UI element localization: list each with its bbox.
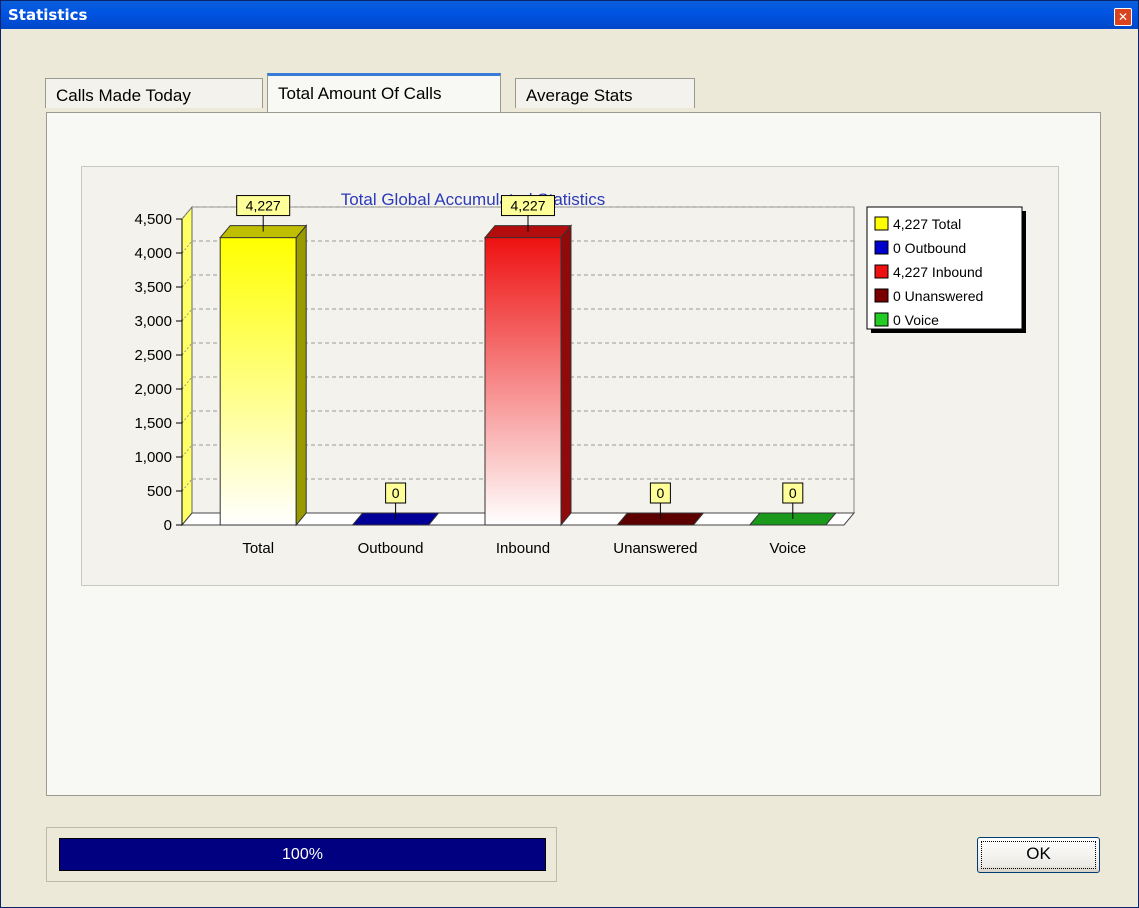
chart-title: Total Global Accumulated Statistics: [341, 190, 606, 209]
legend-swatch: [874, 216, 889, 231]
y-tick-label: 1,000: [134, 449, 172, 466]
tab-label: Calls Made Today: [56, 86, 191, 105]
bar-front: [484, 237, 562, 526]
progress-bar: 100%: [59, 838, 546, 871]
y-tick-label: 4,000: [134, 245, 172, 262]
x-tick-label: Inbound: [496, 540, 550, 557]
title-bar[interactable]: Statistics ✕: [1, 1, 1138, 29]
legend-entry: 0 Outbound: [893, 240, 966, 256]
tab-label: Average Stats: [526, 86, 633, 105]
data-label: 0: [657, 485, 665, 501]
tab-label: Total Amount Of Calls: [278, 84, 442, 103]
legend-entry: 4,227 Inbound: [893, 264, 983, 280]
data-label: 0: [789, 485, 797, 501]
x-tick-label: Total: [242, 540, 274, 557]
y-tick-label: 500: [147, 483, 172, 500]
x-tick-label: Outbound: [358, 540, 424, 557]
tab-total-amount-of-calls[interactable]: Total Amount Of Calls: [267, 73, 501, 112]
focus-rect: [981, 841, 1096, 869]
tab-calls-made-today[interactable]: Calls Made Today: [45, 78, 263, 108]
y-tick-label: 3,500: [134, 279, 172, 296]
bar-side: [560, 224, 572, 527]
legend-entry: 4,227 Total: [893, 216, 961, 232]
legend-swatch: [874, 264, 889, 279]
legend-entry: 0 Unanswered: [893, 288, 983, 304]
y-tick-label: 0: [164, 517, 172, 534]
data-label: 4,227: [246, 198, 281, 214]
tab-average-stats[interactable]: Average Stats: [515, 78, 695, 108]
y-tick-label: 2,500: [134, 347, 172, 364]
statistics-window: Statistics ✕ Calls Made Today Total Amou…: [0, 0, 1139, 908]
legend-swatch: [874, 312, 889, 327]
data-label: 0: [392, 485, 400, 501]
legend-swatch: [874, 240, 889, 255]
window-title: Statistics: [8, 6, 88, 24]
legend-entry: 0 Voice: [893, 312, 939, 328]
y-tick-label: 3,000: [134, 313, 172, 330]
y-tick-label: 1,500: [134, 415, 172, 432]
chart-left-wall: [181, 205, 193, 527]
bar-side: [295, 224, 307, 527]
y-tick-label: 2,000: [134, 381, 172, 398]
ok-button[interactable]: OK: [977, 837, 1100, 873]
chart-container: Total Global Accumulated Statistics 0 500 1…: [81, 166, 1059, 586]
y-tick-label: 4,500: [134, 211, 172, 228]
close-icon[interactable]: ✕: [1114, 8, 1132, 26]
bar-chart: Total Global Accumulated Statistics 0 500 1…: [134, 190, 1026, 557]
x-tick-label: Unanswered: [613, 540, 697, 557]
legend-swatch: [874, 288, 889, 303]
bar-front: [219, 237, 297, 526]
x-tick-label: Voice: [769, 540, 806, 557]
data-label: 4,227: [510, 198, 545, 214]
progress-label: 100%: [282, 846, 323, 863]
